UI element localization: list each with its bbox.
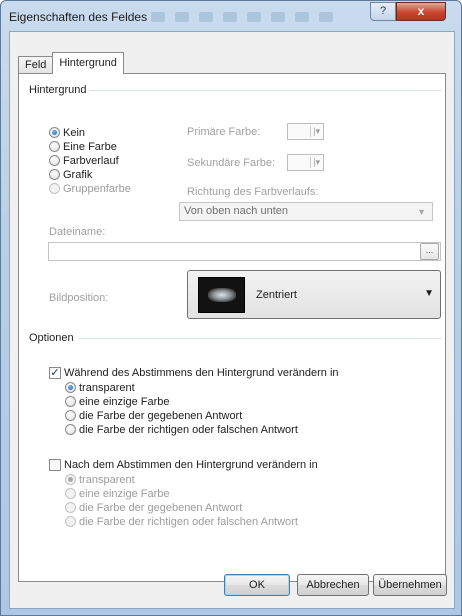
primary-color-picker: |▾: [287, 123, 324, 140]
dialog-window: Eigenschaften des Feldes ? x Feld Hinter…: [0, 0, 462, 616]
radio-grafik[interactable]: Grafik: [49, 168, 92, 181]
radio-gruppenfarbe: Gruppenfarbe: [49, 182, 131, 195]
radio-during-right-wrong-color[interactable]: die Farbe der richtigen oder falschen An…: [65, 423, 298, 436]
radio-after-transparent: transparent: [65, 473, 135, 486]
help-button[interactable]: ?: [370, 2, 396, 21]
image-thumbnail-icon: [198, 277, 245, 313]
title-bar-background-icons: [151, 9, 381, 25]
radio-kein[interactable]: Kein: [49, 126, 85, 139]
radio-label: Grafik: [63, 168, 93, 181]
radio-label: transparent: [79, 381, 135, 394]
gradient-direction-label: Richtung des Farbverlaufs:: [187, 186, 319, 198]
radio-button[interactable]: [65, 382, 76, 393]
radio-label: die Farbe der gegebenen Antwort: [79, 501, 243, 514]
cancel-button[interactable]: Abbrechen: [297, 574, 369, 596]
radio-after-answer-color: die Farbe der gegebenen Antwort: [65, 501, 242, 514]
radio-button: [65, 516, 76, 527]
tab-panel-hintergrund: Hintergrund Kein Eine Farbe Farbverlauf …: [18, 73, 446, 582]
tab-feld[interactable]: Feld: [18, 56, 54, 74]
apply-button[interactable]: Übernehmen: [373, 574, 447, 596]
radio-button[interactable]: [49, 155, 60, 166]
image-position-label: Bildposition:: [49, 292, 109, 304]
checkbox-label: Während des Abstimmens den Hintergrund v…: [64, 366, 339, 379]
ok-button[interactable]: OK: [224, 574, 290, 596]
radio-label: Gruppenfarbe: [63, 182, 131, 195]
checkbox[interactable]: [49, 458, 61, 471]
tab-hintergrund[interactable]: Hintergrund: [52, 52, 124, 74]
filename-label: Dateiname:: [49, 226, 106, 238]
checkbox[interactable]: ✓: [49, 366, 61, 379]
radio-button: [65, 502, 76, 513]
radio-button[interactable]: [49, 127, 60, 138]
close-button[interactable]: x: [396, 2, 446, 21]
chevron-down-icon: |▾: [310, 157, 320, 168]
radio-label: eine einzige Farbe: [79, 487, 170, 500]
chevron-down-icon: ▼: [417, 207, 426, 217]
gradient-direction-value: Von oben nach unten: [184, 205, 288, 217]
image-position-select[interactable]: Zentriert ▼: [187, 270, 441, 319]
radio-button[interactable]: [49, 141, 60, 152]
radio-label: die Farbe der richtigen oder falschen An…: [79, 515, 298, 528]
dialog-client-area: Feld Hintergrund Hintergrund Kein Eine F…: [9, 31, 455, 609]
radio-label: die Farbe der richtigen oder falschen An…: [79, 423, 298, 436]
checkbox-after-vote[interactable]: Nach dem Abstimmen den Hintergrund verän…: [49, 458, 318, 471]
radio-label: Kein: [63, 126, 86, 139]
gradient-direction-select: Von oben nach unten ▼: [179, 202, 433, 221]
help-icon: ?: [379, 5, 387, 17]
tab-strip: Feld Hintergrund: [18, 52, 124, 74]
checkbox-during-vote[interactable]: ✓ Während des Abstimmens den Hintergrund…: [49, 366, 339, 379]
radio-button: [65, 474, 76, 485]
radio-after-right-wrong-color: die Farbe der richtigen oder falschen An…: [65, 515, 298, 528]
group-divider: [89, 90, 441, 91]
radio-eine-farbe[interactable]: Eine Farbe: [49, 140, 117, 153]
secondary-color-label: Sekundäre Farbe:: [187, 157, 276, 169]
radio-button[interactable]: [65, 410, 76, 421]
radio-farbverlauf[interactable]: Farbverlauf: [49, 154, 119, 167]
radio-button[interactable]: [49, 169, 60, 180]
group-title-optionen: Optionen: [29, 332, 74, 344]
radio-label: transparent: [79, 473, 135, 486]
group-divider: [79, 338, 441, 339]
radio-label: eine einzige Farbe: [79, 395, 170, 408]
radio-button[interactable]: [65, 396, 76, 407]
radio-during-answer-color[interactable]: die Farbe der gegebenen Antwort: [65, 409, 242, 422]
filename-input[interactable]: [48, 242, 441, 261]
radio-label: Farbverlauf: [63, 154, 119, 167]
checkbox-label: Nach dem Abstimmen den Hintergrund verän…: [64, 458, 318, 471]
radio-button: [49, 183, 60, 194]
primary-color-label: Primäre Farbe:: [187, 126, 261, 138]
browse-button[interactable]: ...: [420, 243, 439, 260]
group-title-hintergrund: Hintergrund: [29, 84, 87, 96]
secondary-color-picker: |▾: [287, 154, 324, 171]
ellipsis-icon: ...: [425, 245, 434, 255]
radio-button[interactable]: [65, 424, 76, 435]
radio-label: die Farbe der gegebenen Antwort: [79, 409, 243, 422]
radio-button: [65, 488, 76, 499]
chevron-down-icon: ▼: [424, 288, 434, 299]
title-bar[interactable]: Eigenschaften des Feldes ? x: [1, 1, 461, 31]
close-icon: x: [417, 4, 425, 18]
radio-label: Eine Farbe: [63, 140, 117, 153]
chevron-down-icon: |▾: [310, 126, 320, 137]
radio-during-transparent[interactable]: transparent: [65, 381, 135, 394]
radio-during-single-color[interactable]: eine einzige Farbe: [65, 395, 170, 408]
window-title: Eigenschaften des Feldes: [9, 10, 148, 24]
radio-after-single-color: eine einzige Farbe: [65, 487, 170, 500]
image-position-value: Zentriert: [256, 289, 297, 301]
